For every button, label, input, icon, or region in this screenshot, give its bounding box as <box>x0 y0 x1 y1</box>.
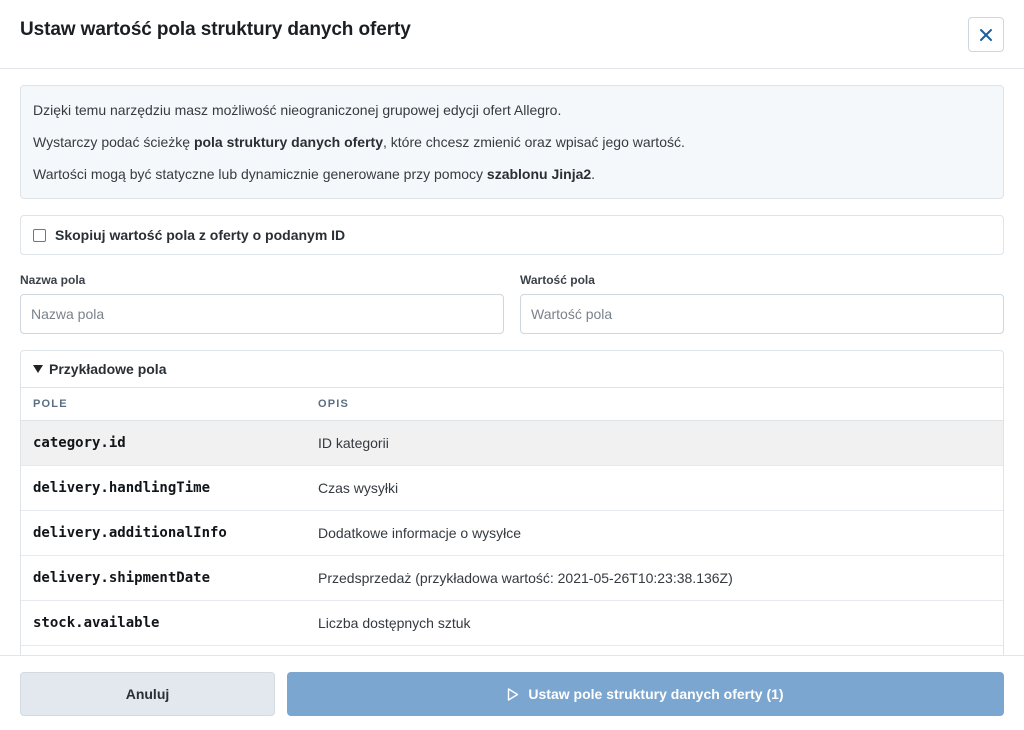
field-path[interactable]: category.id <box>21 435 306 451</box>
field-description: Liczba dostępnych sztuk <box>318 615 471 631</box>
set-field-button[interactable]: Ustaw pole struktury danych oferty (1) <box>287 672 1004 716</box>
example-fields-toggle[interactable]: Przykładowe pola <box>21 351 1003 388</box>
info-line-2: Wystarczy podać ścieżkę pola struktury d… <box>33 134 685 150</box>
table-row[interactable]: stock.available Liczba dostępnych sztuk <box>21 601 1003 646</box>
close-button[interactable] <box>968 17 1004 52</box>
modal-footer: Anuluj Ustaw pole struktury danych ofert… <box>0 655 1024 730</box>
field-value-input[interactable] <box>520 294 1004 334</box>
table-row[interactable]: delivery.additionalInfo Dodatkowe inform… <box>21 511 1003 556</box>
caret-down-icon <box>33 365 43 373</box>
modal-title: Ustaw wartość pola struktury danych ofer… <box>20 19 411 40</box>
copy-from-offer-checkbox[interactable] <box>33 228 46 242</box>
field-value-label: Wartość pola <box>520 273 595 287</box>
info-line-1: Dzięki temu narzędziu masz możliwość nie… <box>33 102 562 118</box>
table-header: POLE OPIS <box>21 388 1003 421</box>
info-box: Dzięki temu narzędziu masz możliwość nie… <box>20 85 1004 199</box>
field-description: Dodatkowe informacje o wysyłce <box>318 525 522 541</box>
field-path[interactable]: delivery.shipmentDate <box>21 570 306 586</box>
set-field-button-label[interactable]: Ustaw pole struktury danych oferty (1) <box>528 686 783 702</box>
info-line-3: Wartości mogą być statyczne lub dynamicz… <box>33 166 596 182</box>
field-description: Przedsprzedaż (przykładowa wartość: 2021… <box>318 570 733 586</box>
field-path[interactable]: delivery.additionalInfo <box>21 525 306 541</box>
table-row[interactable]: category.id ID kategorii <box>21 421 1003 466</box>
cancel-button[interactable]: Anuluj <box>20 672 275 716</box>
field-name-input[interactable] <box>20 294 504 334</box>
modal-body: Dzięki temu narzędziu masz możliwość nie… <box>0 69 1024 655</box>
column-header-description: OPIS <box>318 398 350 410</box>
field-name-label: Nazwa pola <box>20 273 86 287</box>
copy-from-offer-label[interactable]: Skopiuj wartość pola z oferty o podanym … <box>55 227 345 243</box>
field-description: ID kategorii <box>318 435 389 451</box>
example-fields-panel: Przykładowe pola POLE OPIS category.id I… <box>20 350 1004 655</box>
table-row[interactable]: delivery.shipmentDate Przedsprzedaż (prz… <box>21 556 1003 601</box>
table-row[interactable]: delivery.handlingTime Czas wysyłki <box>21 466 1003 511</box>
play-icon <box>507 687 519 701</box>
close-icon <box>980 28 992 41</box>
field-path[interactable]: delivery.handlingTime <box>21 480 306 496</box>
column-header-field: POLE <box>33 398 68 410</box>
modal-header: Ustaw wartość pola struktury danych ofer… <box>0 0 1024 69</box>
copy-from-offer-option[interactable]: Skopiuj wartość pola z oferty o podanym … <box>20 215 1004 255</box>
field-description: Czas wysyłki <box>318 480 399 496</box>
field-path[interactable]: stock.available <box>21 615 306 631</box>
